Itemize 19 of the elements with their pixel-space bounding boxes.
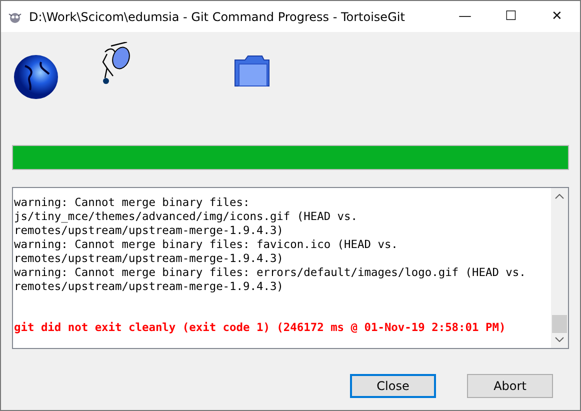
log-line: remotes/upstream/upstream-merge-1.9.4.3) bbox=[14, 252, 284, 266]
error-message: git did not exit cleanly (exit code 1) (246172 ms @ 01-Nov-19 2:58:01 PM) bbox=[14, 321, 506, 335]
log-line: warning: Cannot merge binary files: bbox=[14, 196, 250, 210]
scrollbar-thumb[interactable] bbox=[552, 315, 567, 333]
close-button[interactable]: Close bbox=[350, 374, 436, 398]
maximize-button[interactable]: ☐ bbox=[488, 9, 534, 24]
log-line: js/tiny_mce/themes/advanced/img/icons.gif (HEAD vs. bbox=[14, 210, 358, 224]
log-line: warning: Cannot merge binary files: favicon.ico (HEAD vs. bbox=[14, 238, 398, 252]
globe-icon bbox=[13, 54, 59, 100]
scrollbar[interactable] bbox=[551, 188, 568, 348]
scroll-up-icon[interactable] bbox=[555, 194, 564, 199]
window-title: D:\Work\Scicom\edumsia - Git Command Progress - TortoiseGit bbox=[29, 10, 406, 24]
scroll-down-icon[interactable] bbox=[555, 337, 564, 342]
abort-button[interactable]: Abort bbox=[467, 374, 553, 398]
log-line: warning: Cannot merge binary files: errors/default/images/logo.gif (HEAD vs. bbox=[14, 266, 526, 280]
log-line: remotes/upstream/upstream-merge-1.9.4.3) bbox=[14, 280, 284, 294]
minimize-button[interactable]: — bbox=[442, 9, 488, 24]
log-line: remotes/upstream/upstream-merge-1.9.4.3) bbox=[14, 224, 284, 238]
close-button[interactable]: ✕ bbox=[534, 9, 580, 24]
